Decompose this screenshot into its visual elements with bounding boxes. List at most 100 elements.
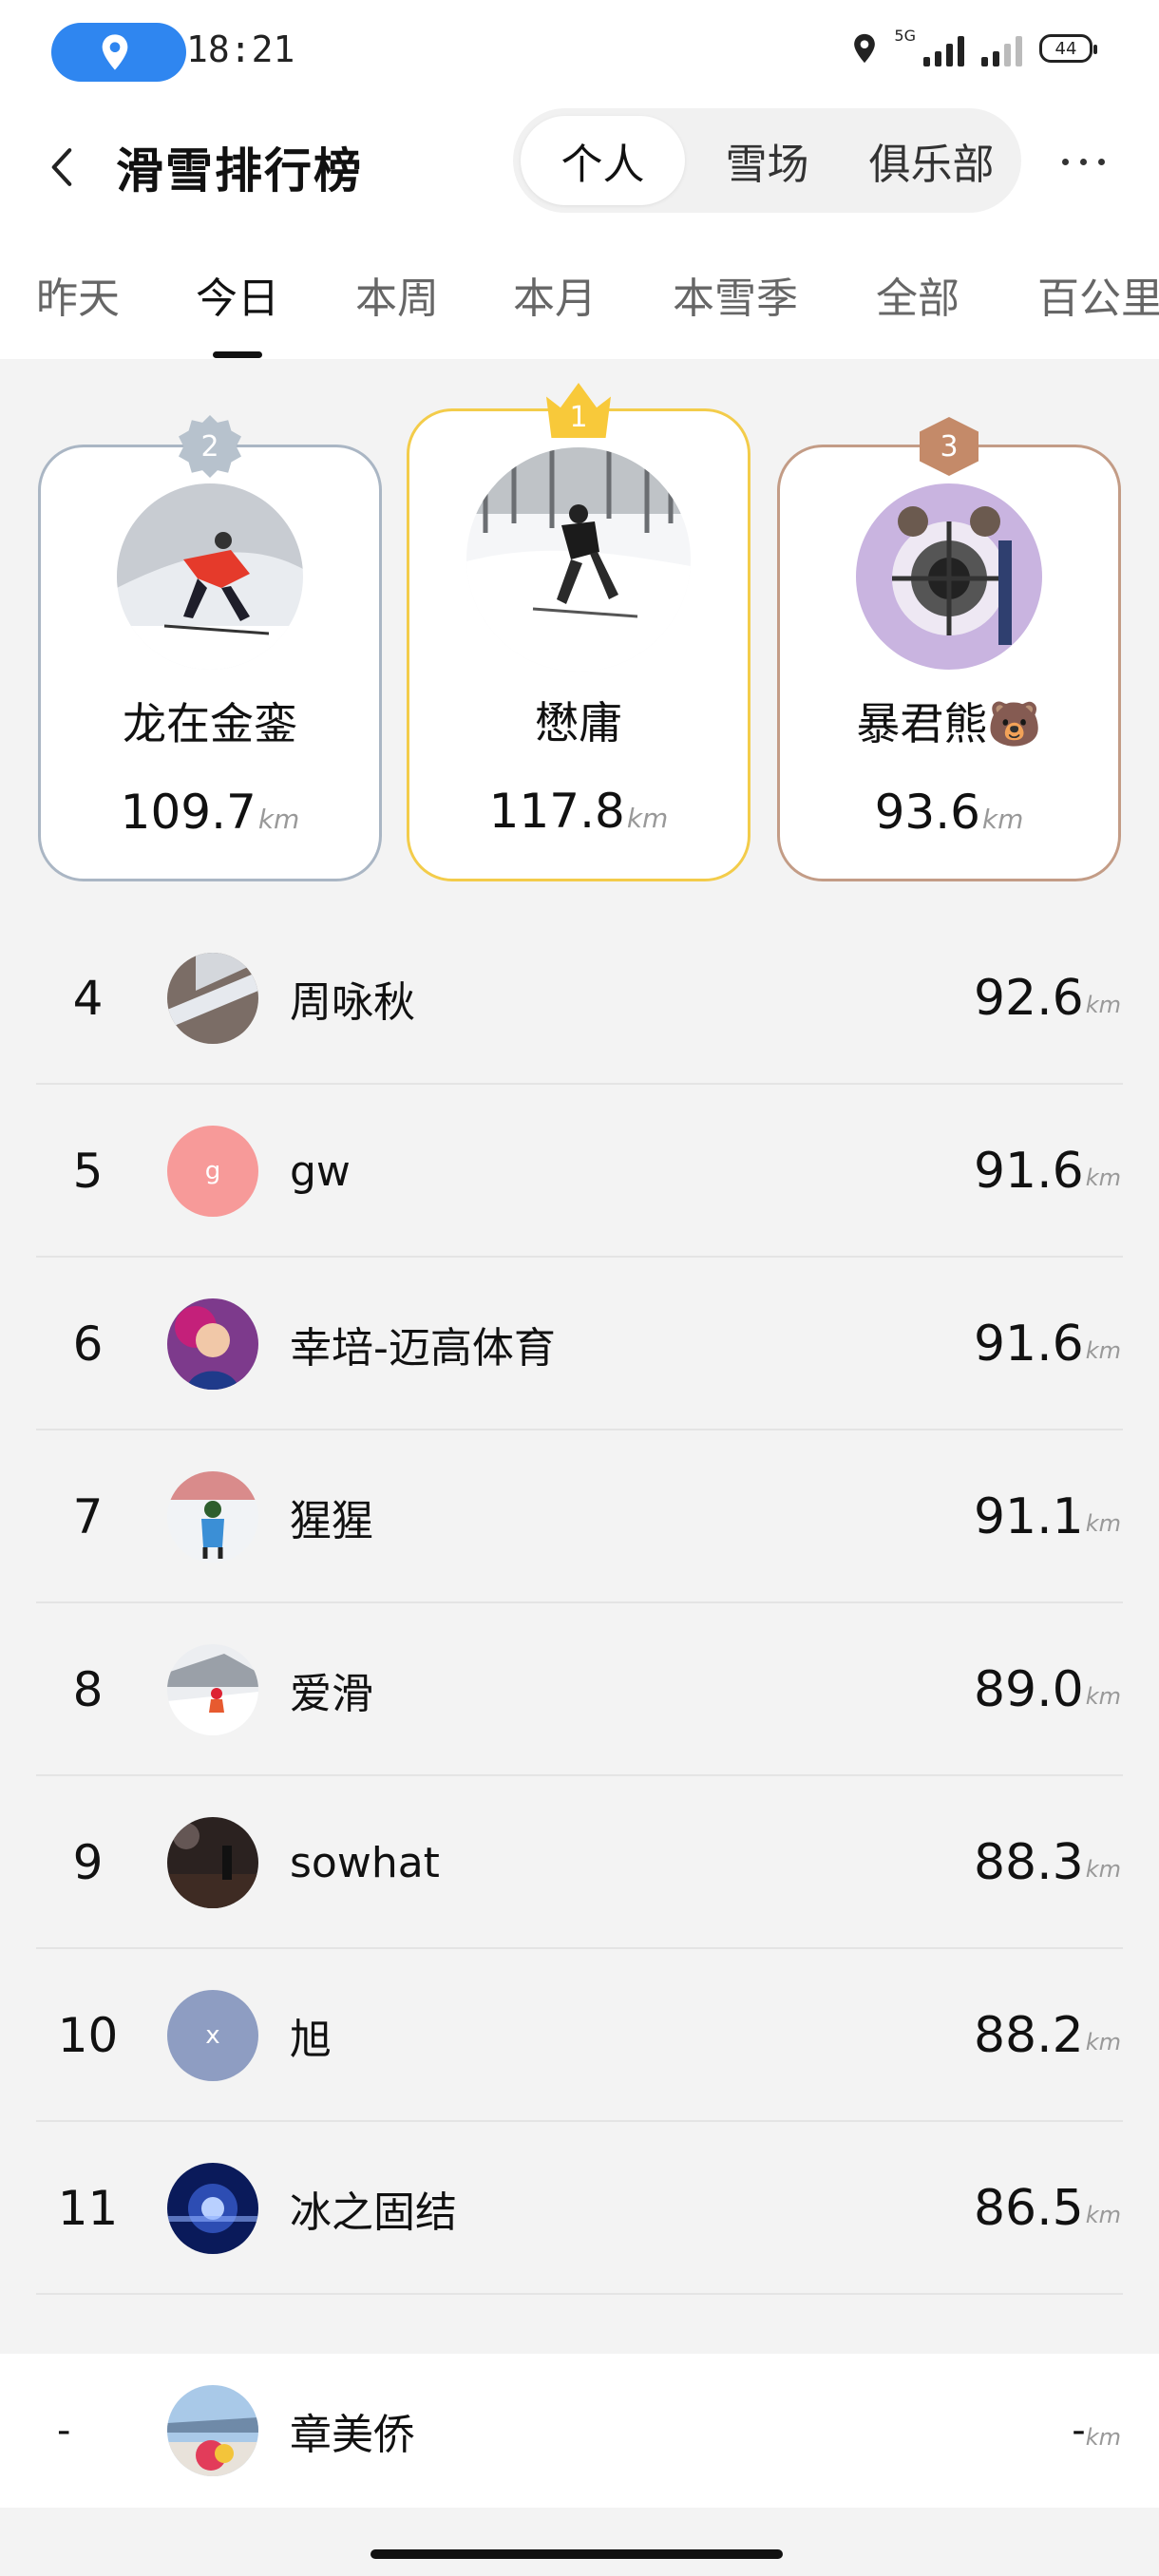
player-name: 周咏秋: [290, 978, 415, 1027]
list-item[interactable]: 6 幸培-迈高体育 91.6 km: [0, 1258, 1159, 1430]
podium-card-third[interactable]: 3 暴君熊🐻 93.6km: [777, 417, 1121, 881]
rank-number: 6: [72, 1316, 104, 1372]
avatar: [167, 1817, 258, 1908]
distance-value: 93.6: [874, 785, 980, 840]
home-indicator[interactable]: [370, 2549, 783, 2559]
player-name: gw: [290, 1146, 351, 1196]
tab-hundred-km[interactable]: 百公里: [1037, 264, 1159, 325]
my-rank-row[interactable]: - 章美侨 - km: [0, 2354, 1159, 2508]
more-options-icon[interactable]: [1045, 133, 1121, 190]
player-distance: 117.8km: [409, 784, 748, 839]
player-name: 旭: [290, 2016, 332, 2064]
distance-unit: km: [257, 804, 300, 835]
distance-value: 88.2: [973, 2007, 1084, 2064]
avatar: [167, 953, 258, 1044]
segment-personal[interactable]: 个人: [521, 116, 685, 205]
network-type: 5G: [894, 27, 916, 45]
tab-yesterday[interactable]: 昨天: [36, 264, 120, 325]
segment-resort[interactable]: 雪场: [685, 116, 849, 205]
player-name: 爱滑: [290, 1670, 373, 1718]
distance-unit: km: [981, 804, 1024, 835]
rank-number: 9: [72, 1835, 104, 1890]
distance-unit: km: [1085, 1337, 1121, 1364]
list-item[interactable]: 11 冰之固结 86.5 km: [0, 2122, 1159, 2295]
active-tab-indicator: [213, 351, 262, 358]
tab-all[interactable]: 全部: [876, 264, 960, 325]
player-name: 暴君熊🐻: [856, 698, 1042, 749]
segment-club[interactable]: 俱乐部: [849, 116, 1014, 205]
player-distance: 89.0 km: [974, 1603, 1121, 1776]
avatar: [167, 2385, 258, 2476]
list-item[interactable]: 9 sowhat 88.3 km: [0, 1776, 1159, 1949]
segment-control: 个人 雪场 俱乐部: [513, 108, 1021, 213]
distance-value: -: [1072, 2409, 1086, 2453]
distance-value: 92.6: [973, 970, 1084, 1027]
player-name: 懋庸: [535, 697, 622, 748]
distance-unit: km: [1085, 992, 1121, 1018]
distance-unit: km: [1085, 1165, 1121, 1191]
list-item[interactable]: 4 周咏秋 92.6 km: [0, 912, 1159, 1085]
podium-card-second[interactable]: 2 龙在金銮 109.7km: [38, 415, 382, 881]
location-pin-icon: [102, 34, 128, 70]
tab-this-week[interactable]: 本周: [355, 264, 439, 325]
distance-unit: km: [626, 803, 669, 834]
back-button[interactable]: [48, 139, 95, 196]
player-distance: 91.6 km: [974, 1258, 1121, 1430]
distance-value: 91.6: [973, 1316, 1084, 1373]
signal-2-icon: [981, 30, 1022, 66]
list-item[interactable]: 8 爱滑 89.0 km: [0, 1603, 1159, 1776]
leaderboard-list: 4 周咏秋 92.6 km 5 g gw 91.6 km 6 幸培-迈高体育 91.…: [0, 912, 1159, 2295]
tab-this-season[interactable]: 本雪季: [673, 264, 798, 325]
rank-number: 5: [72, 1144, 104, 1199]
avatar: [466, 447, 691, 672]
list-item[interactable]: 7 猩猩 91.1 km: [0, 1430, 1159, 1603]
player-distance: 92.6 km: [974, 912, 1121, 1085]
app-header: 滑雪排行榜 个人 雪场 俱乐部: [0, 104, 1159, 228]
list-item[interactable]: 10 x 旭 88.2 km: [0, 1949, 1159, 2122]
location-indicator[interactable]: [51, 23, 186, 82]
avatar: [167, 1471, 258, 1563]
distance-unit: km: [1085, 1510, 1121, 1537]
avatar: [167, 1298, 258, 1390]
distance-value: 91.6: [973, 1143, 1084, 1200]
avatar: [167, 2163, 258, 2254]
player-name: 章美侨: [290, 2411, 415, 2459]
rank-number: 10: [57, 2008, 119, 2063]
player-distance: 91.1 km: [974, 1430, 1121, 1603]
page-title: 滑雪排行榜: [116, 143, 363, 199]
tab-today[interactable]: 今日: [196, 264, 279, 325]
distance-value: 109.7: [120, 785, 256, 840]
distance-unit: km: [1085, 2202, 1121, 2228]
location-icon: [854, 33, 876, 64]
player-distance: 109.7km: [41, 785, 379, 840]
player-name: 冰之固结: [290, 2188, 457, 2237]
rank-badge-bronze: 3: [920, 417, 978, 476]
list-item[interactable]: 5 g gw 91.6 km: [0, 1085, 1159, 1258]
distance-value: 91.1: [973, 1488, 1084, 1545]
distance-unit: km: [1085, 1856, 1121, 1883]
status-icons: 5G 44: [852, 27, 1097, 66]
status-bar: 18:21 5G 44: [0, 0, 1159, 104]
battery-level: 44: [1054, 38, 1077, 59]
avatar: g: [167, 1126, 258, 1217]
player-name: 龙在金銮: [123, 698, 297, 749]
player-name: sowhat: [290, 1838, 440, 1887]
distance-value: 117.8: [488, 784, 625, 839]
rank-number: 4: [72, 971, 104, 1026]
player-distance: 93.6km: [780, 785, 1118, 840]
rank-number: 7: [72, 1489, 104, 1544]
player-name: 幸培-迈高体育: [290, 1324, 556, 1373]
podium-card-first[interactable]: 1 懋庸 117.8km: [407, 383, 750, 881]
tab-this-month[interactable]: 本月: [513, 264, 597, 325]
distance-value: 89.0: [973, 1661, 1084, 1718]
avatar: [167, 1644, 258, 1735]
player-distance: 88.3 km: [974, 1776, 1121, 1949]
rank-number: 11: [57, 2181, 119, 2236]
distance-unit: km: [1085, 2029, 1121, 2055]
podium: 2 龙在金銮 109.7km 1 懋庸 117.8km 3 暴君熊🐻 93.6k…: [0, 359, 1159, 910]
distance-unit: km: [1085, 2424, 1121, 2451]
avatar: x: [167, 1990, 258, 2081]
battery-icon: 44: [1039, 34, 1097, 63]
distance-value: 88.3: [973, 1834, 1084, 1891]
player-distance: - km: [1072, 2354, 1121, 2508]
